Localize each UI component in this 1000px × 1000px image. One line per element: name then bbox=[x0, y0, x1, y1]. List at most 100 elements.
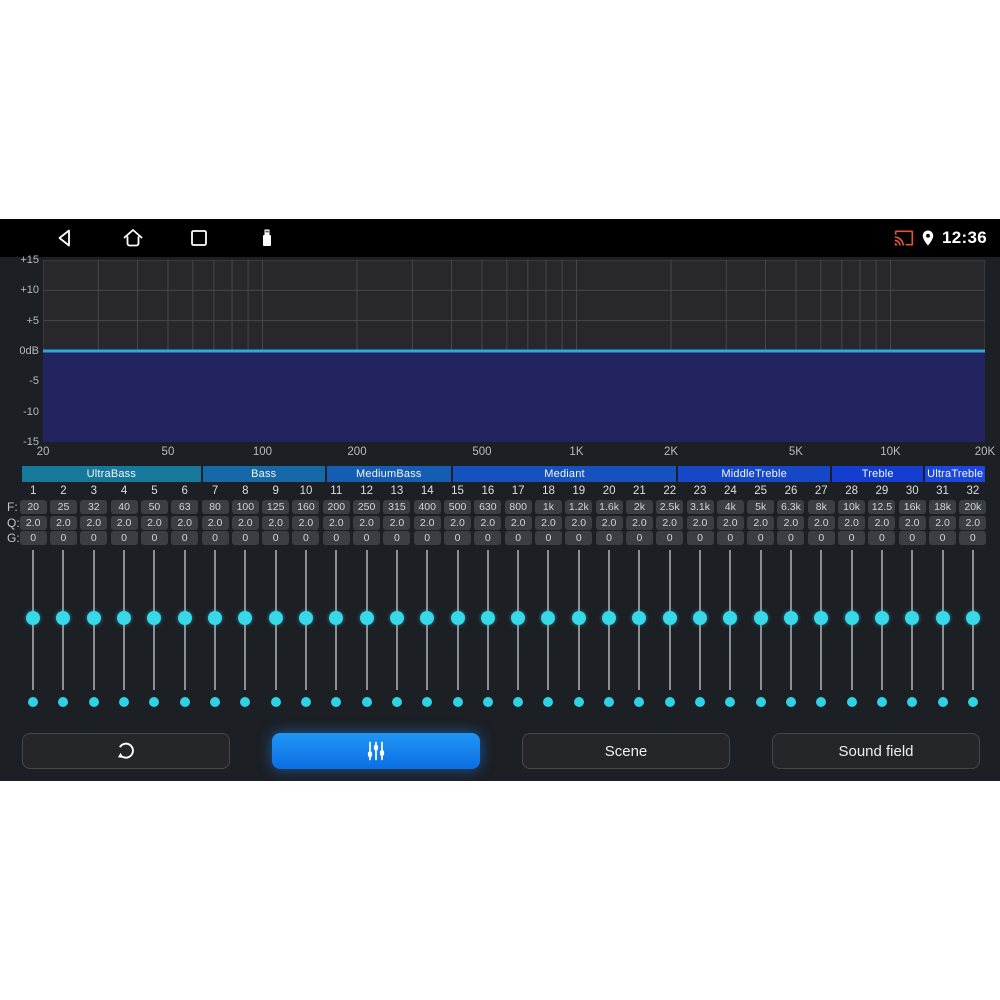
band-26-q-value[interactable]: 2.0 bbox=[777, 516, 805, 530]
band-5-q-value[interactable]: 2.0 bbox=[140, 516, 168, 530]
band-11-frequency-value[interactable]: 200 bbox=[322, 500, 350, 514]
band-30-gain-value[interactable]: 0 bbox=[898, 531, 926, 545]
slider-thumb[interactable] bbox=[86, 611, 101, 625]
band-6-q-value[interactable]: 2.0 bbox=[171, 516, 199, 530]
band-24-gain-value[interactable]: 0 bbox=[716, 531, 744, 545]
slider-thumb[interactable] bbox=[905, 611, 920, 625]
band-3-slider[interactable] bbox=[79, 550, 109, 710]
band-29-frequency-value[interactable]: 12.5 bbox=[868, 500, 896, 514]
band-15-slider[interactable] bbox=[442, 550, 472, 710]
sound-field-button[interactable]: Sound field bbox=[772, 733, 980, 769]
band-26-slider[interactable] bbox=[776, 550, 806, 710]
band-12-frequency-value[interactable]: 250 bbox=[353, 500, 381, 514]
band-13-q-value[interactable]: 2.0 bbox=[383, 516, 411, 530]
band-5-gain-value[interactable]: 0 bbox=[140, 531, 168, 545]
band-13-frequency-value[interactable]: 315 bbox=[383, 500, 411, 514]
band-12-slider[interactable] bbox=[351, 550, 381, 710]
band-32-slider[interactable] bbox=[958, 550, 988, 710]
band-17-frequency-value[interactable]: 800 bbox=[504, 500, 532, 514]
slider-thumb[interactable] bbox=[541, 611, 556, 625]
band-3-gain-value[interactable]: 0 bbox=[80, 531, 108, 545]
band-1-q-value[interactable]: 2.0 bbox=[19, 516, 47, 530]
slider-thumb[interactable] bbox=[450, 611, 465, 625]
band-16-slider[interactable] bbox=[473, 550, 503, 710]
band-3-frequency-value[interactable]: 32 bbox=[80, 500, 108, 514]
slider-thumb[interactable] bbox=[238, 611, 253, 625]
home-icon[interactable] bbox=[121, 226, 145, 250]
slider-thumb[interactable] bbox=[874, 611, 889, 625]
band-21-q-value[interactable]: 2.0 bbox=[625, 516, 653, 530]
band-10-gain-value[interactable]: 0 bbox=[292, 531, 320, 545]
slider-thumb[interactable] bbox=[602, 611, 617, 625]
band-group-ultrabass[interactable]: UltraBass bbox=[22, 466, 201, 482]
band-27-gain-value[interactable]: 0 bbox=[807, 531, 835, 545]
band-31-slider[interactable] bbox=[927, 550, 957, 710]
band-1-slider[interactable] bbox=[18, 550, 48, 710]
band-21-slider[interactable] bbox=[624, 550, 654, 710]
band-17-gain-value[interactable]: 0 bbox=[504, 531, 532, 545]
band-23-slider[interactable] bbox=[685, 550, 715, 710]
band-30-slider[interactable] bbox=[897, 550, 927, 710]
slider-thumb[interactable] bbox=[26, 611, 41, 625]
band-4-frequency-value[interactable]: 40 bbox=[110, 500, 138, 514]
band-19-gain-value[interactable]: 0 bbox=[565, 531, 593, 545]
band-21-gain-value[interactable]: 0 bbox=[625, 531, 653, 545]
band-7-gain-value[interactable]: 0 bbox=[201, 531, 229, 545]
slider-thumb[interactable] bbox=[693, 611, 708, 625]
band-10-q-value[interactable]: 2.0 bbox=[292, 516, 320, 530]
band-24-q-value[interactable]: 2.0 bbox=[716, 516, 744, 530]
band-29-gain-value[interactable]: 0 bbox=[868, 531, 896, 545]
band-23-q-value[interactable]: 2.0 bbox=[686, 516, 714, 530]
band-4-gain-value[interactable]: 0 bbox=[110, 531, 138, 545]
band-8-frequency-value[interactable]: 100 bbox=[231, 500, 259, 514]
band-32-frequency-value[interactable]: 20k bbox=[959, 500, 987, 514]
band-10-frequency-value[interactable]: 160 bbox=[292, 500, 320, 514]
slider-thumb[interactable] bbox=[723, 611, 738, 625]
band-6-gain-value[interactable]: 0 bbox=[171, 531, 199, 545]
slider-thumb[interactable] bbox=[935, 611, 950, 625]
slider-thumb[interactable] bbox=[420, 611, 435, 625]
band-18-gain-value[interactable]: 0 bbox=[534, 531, 562, 545]
recents-icon[interactable] bbox=[187, 226, 211, 250]
band-28-gain-value[interactable]: 0 bbox=[838, 531, 866, 545]
band-2-frequency-value[interactable]: 25 bbox=[49, 500, 77, 514]
band-11-q-value[interactable]: 2.0 bbox=[322, 516, 350, 530]
slider-thumb[interactable] bbox=[511, 611, 526, 625]
slider-thumb[interactable] bbox=[359, 611, 374, 625]
back-icon[interactable] bbox=[53, 226, 77, 250]
scene-button[interactable]: Scene bbox=[522, 733, 730, 769]
band-29-q-value[interactable]: 2.0 bbox=[868, 516, 896, 530]
band-15-q-value[interactable]: 2.0 bbox=[444, 516, 472, 530]
band-20-gain-value[interactable]: 0 bbox=[595, 531, 623, 545]
slider-thumb[interactable] bbox=[844, 611, 859, 625]
band-20-slider[interactable] bbox=[594, 550, 624, 710]
band-22-gain-value[interactable]: 0 bbox=[656, 531, 684, 545]
band-group-mediumbass[interactable]: MediumBass bbox=[326, 466, 451, 482]
band-16-q-value[interactable]: 2.0 bbox=[474, 516, 502, 530]
band-14-gain-value[interactable]: 0 bbox=[413, 531, 441, 545]
band-26-gain-value[interactable]: 0 bbox=[777, 531, 805, 545]
band-1-gain-value[interactable]: 0 bbox=[19, 531, 47, 545]
slider-thumb[interactable] bbox=[298, 611, 313, 625]
band-19-q-value[interactable]: 2.0 bbox=[565, 516, 593, 530]
band-17-q-value[interactable]: 2.0 bbox=[504, 516, 532, 530]
band-5-frequency-value[interactable]: 50 bbox=[140, 500, 168, 514]
band-9-q-value[interactable]: 2.0 bbox=[262, 516, 290, 530]
band-15-gain-value[interactable]: 0 bbox=[444, 531, 472, 545]
band-25-q-value[interactable]: 2.0 bbox=[747, 516, 775, 530]
band-24-frequency-value[interactable]: 4k bbox=[716, 500, 744, 514]
band-15-frequency-value[interactable]: 500 bbox=[444, 500, 472, 514]
slider-thumb[interactable] bbox=[753, 611, 768, 625]
band-20-frequency-value[interactable]: 1.6k bbox=[595, 500, 623, 514]
band-2-slider[interactable] bbox=[48, 550, 78, 710]
band-10-slider[interactable] bbox=[291, 550, 321, 710]
band-6-slider[interactable] bbox=[170, 550, 200, 710]
slider-thumb[interactable] bbox=[329, 611, 344, 625]
band-19-frequency-value[interactable]: 1.2k bbox=[565, 500, 593, 514]
slider-thumb[interactable] bbox=[389, 611, 404, 625]
band-7-slider[interactable] bbox=[200, 550, 230, 710]
slider-thumb[interactable] bbox=[177, 611, 192, 625]
band-30-q-value[interactable]: 2.0 bbox=[898, 516, 926, 530]
band-group-bass[interactable]: Bass bbox=[202, 466, 325, 482]
band-1-frequency-value[interactable]: 20 bbox=[19, 500, 47, 514]
